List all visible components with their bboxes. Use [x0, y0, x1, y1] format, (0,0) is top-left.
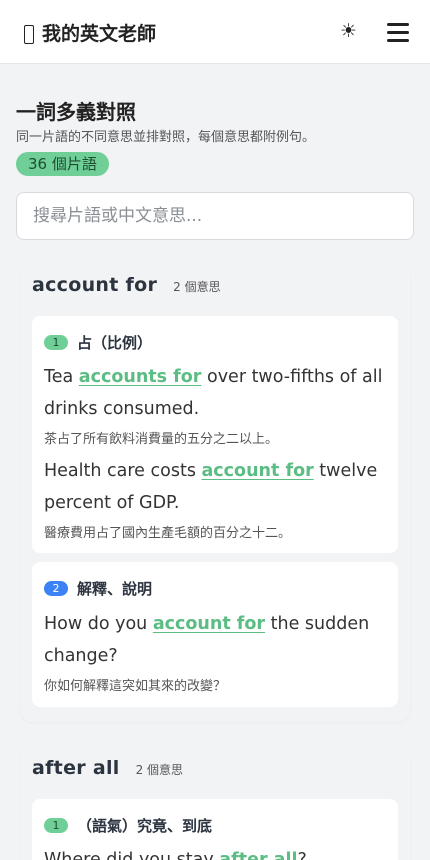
example-translation: 醫療費用占了國內生產毛額的百分之十二。 [44, 526, 292, 541]
phrase-count-badge: 36 個片語 [16, 152, 109, 176]
app-header: 我的英文老師 ☀ [0, 0, 430, 64]
sense-label: 解釋、說明 [77, 580, 153, 598]
sense-count: 2 個意思 [173, 280, 221, 294]
phone-icon [24, 24, 34, 44]
sense-number-badge: 1 [44, 335, 68, 350]
page-title: 一詞多義對照 [16, 100, 136, 124]
sense-card: 2 解釋、說明 How do you account for the sudde… [32, 562, 398, 707]
theme-toggle-button[interactable]: ☀ [340, 20, 357, 42]
sense-label: 占（比例） [77, 334, 153, 352]
hamburger-icon-line-3 [387, 39, 409, 42]
app-brand[interactable]: 我的英文老師 [24, 19, 156, 46]
phrase-highlight: after all [219, 850, 298, 860]
phrase-highlight: account for [201, 461, 314, 481]
phrase-header[interactable]: after all 2 個意思 [32, 757, 183, 779]
example-text: ? [297, 850, 307, 860]
sense-card: 1 占（比例） Tea accounts for over two-fifths… [32, 316, 398, 553]
example-text: Health care costs [44, 461, 202, 481]
sense-header: 1 （語氣）究竟、到底 [44, 815, 212, 836]
example-translation: 茶占了所有飲料消費量的五分之二以上。 [44, 432, 279, 447]
example-sentence: Where did you stay after all? [44, 845, 390, 860]
sense-label: （語氣）究竟、到底 [77, 817, 213, 835]
hamburger-icon-line-2 [387, 31, 409, 34]
example-text: Tea [44, 367, 79, 387]
phrase-header[interactable]: account for 2 個意思 [32, 274, 221, 296]
example-sentence: Health care costs account for twelve per… [44, 456, 390, 519]
example-text: Where did you stay [44, 850, 220, 860]
sense-number-badge: 2 [44, 581, 68, 596]
sense-card: 1 （語氣）究竟、到底 Where did you stay after all… [32, 799, 398, 860]
search-input[interactable] [16, 192, 414, 240]
example-text: How do you [44, 614, 153, 634]
sense-header: 2 解釋、說明 [44, 578, 152, 599]
sense-number-badge: 1 [44, 818, 68, 833]
phrase-highlight: accounts for [78, 367, 202, 387]
phrase-highlight: account for [152, 614, 266, 634]
phrase-title: account for [32, 274, 158, 296]
app-title: 我的英文老師 [42, 23, 157, 45]
page-subtitle: 同一片語的不同意思並排對照，每個意思都附例句。 [16, 130, 316, 145]
sense-header: 1 占（比例） [44, 332, 152, 353]
sun-icon: ☀ [340, 20, 358, 42]
phrase-title: after all [32, 757, 120, 779]
menu-button[interactable] [387, 23, 409, 42]
sense-count: 2 個意思 [135, 763, 184, 777]
example-translation: 你如何解釋這突如其來的改變？ [44, 679, 227, 694]
example-sentence: Tea accounts for over two-fifths of all … [44, 362, 390, 425]
hamburger-icon-line-1 [387, 23, 409, 26]
example-sentence: How do you account for the sudden change… [44, 609, 390, 672]
